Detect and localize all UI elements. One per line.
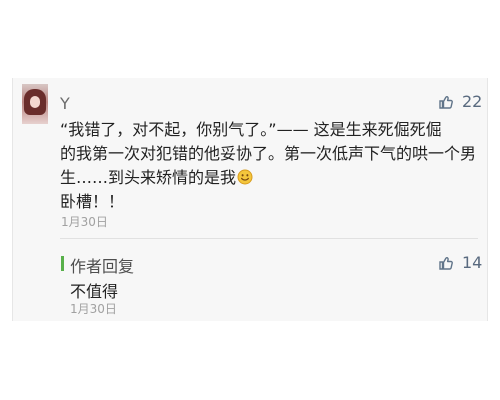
comment-line-2: 的我第一次对犯错的他妥协了。第一次低声下气的哄一个男 <box>60 144 477 163</box>
comment-date: 1月30日 <box>61 215 108 229</box>
author-reply-label: 作者回复 <box>70 257 135 276</box>
comment-username[interactable]: Y <box>60 94 70 113</box>
comment-line-1: “我错了，对不起，你别气了。”—— 这是生来死倔死倔 <box>60 120 442 139</box>
author-reply-date: 1月30日 <box>70 302 117 316</box>
user-avatar[interactable] <box>22 84 48 124</box>
comment-line-3-text: 生……到头来矫情的是我 <box>60 168 237 187</box>
thumbs-up-icon <box>439 95 453 109</box>
thumbs-up-icon <box>439 256 453 270</box>
reply-like-count: 14 <box>462 253 483 272</box>
smile-emoji-icon <box>237 169 253 185</box>
comment-like-count: 22 <box>462 92 483 111</box>
comment-text: “我错了，对不起，你别气了。”—— 这是生来死倔死倔 的我第一次对犯错的他妥协了… <box>60 118 478 214</box>
author-reply-marker <box>61 256 64 271</box>
comment-line-3: 生……到头来矫情的是我 <box>60 166 478 190</box>
reply-like-button[interactable]: 14 <box>438 253 482 272</box>
comment-line-4: 卧槽！！ <box>60 192 125 211</box>
avatar-face <box>30 96 40 108</box>
author-reply-text: 不值得 <box>70 282 119 301</box>
reply-divider <box>60 238 478 239</box>
comment-like-button[interactable]: 22 <box>438 92 482 111</box>
